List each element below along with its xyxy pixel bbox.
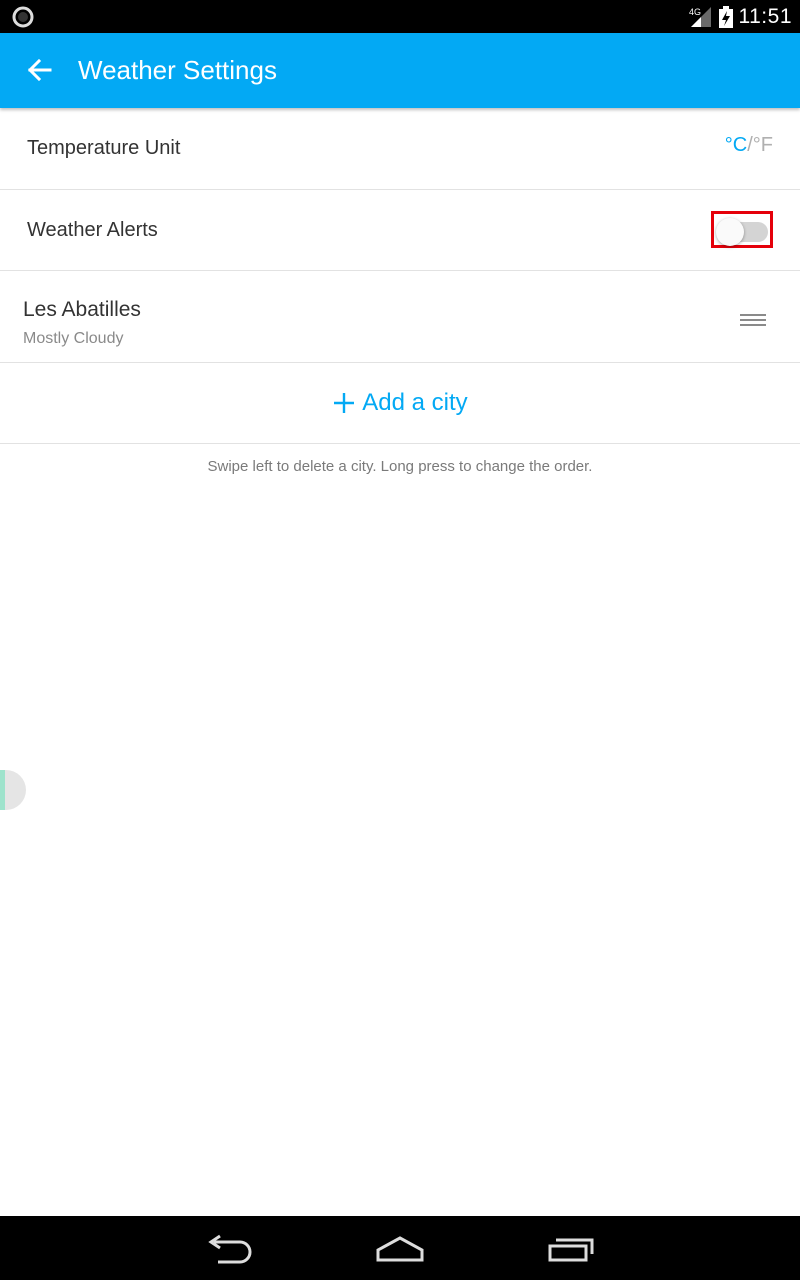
network-type: 4G — [689, 7, 701, 17]
page-title: Weather Settings — [78, 55, 277, 85]
switch-thumb — [716, 218, 744, 246]
city-condition: Mostly Cloudy — [23, 330, 124, 347]
celsius-option[interactable]: °C — [725, 134, 747, 156]
fahrenheit-option[interactable]: °F — [753, 134, 773, 156]
app-bar: Weather Settings — [0, 33, 800, 108]
back-button[interactable] — [18, 49, 60, 91]
add-city-label: Add a city — [362, 389, 468, 416]
temperature-unit-label: Temperature Unit — [27, 137, 181, 159]
recent-apps-icon[interactable] — [540, 1230, 600, 1266]
weather-alerts-row: Weather Alerts — [0, 190, 800, 271]
weather-alerts-switch[interactable] — [711, 211, 773, 248]
city-row[interactable]: Les Abatilles Mostly Cloudy — [0, 271, 800, 363]
add-city-row: Add a city — [0, 363, 800, 444]
system-nav-bar — [0, 1216, 800, 1280]
temperature-unit-toggle[interactable]: °C/°F — [725, 134, 773, 157]
hint-text: Swipe left to delete a city. Long press … — [207, 458, 593, 475]
arrow-back-icon — [27, 58, 52, 82]
status-bar: 4G 11:51 — [0, 0, 800, 33]
city-name: Les Abatilles — [23, 298, 141, 321]
weather-alerts-label: Weather Alerts — [27, 219, 158, 241]
signal-icon: 4G — [689, 6, 711, 27]
handle-accent — [0, 770, 5, 810]
add-city-button[interactable]: Add a city — [0, 363, 800, 443]
plus-icon — [334, 393, 355, 413]
home-icon[interactable] — [370, 1230, 430, 1266]
side-drawer-handle[interactable] — [0, 770, 26, 810]
drag-handle-icon[interactable] — [740, 314, 766, 328]
notification-circle-icon — [12, 6, 34, 28]
battery-charging-icon — [718, 5, 733, 28]
status-time: 11:51 — [738, 4, 792, 28]
temperature-unit-row: Temperature Unit °C/°F — [0, 108, 800, 190]
back-icon[interactable] — [200, 1230, 260, 1266]
